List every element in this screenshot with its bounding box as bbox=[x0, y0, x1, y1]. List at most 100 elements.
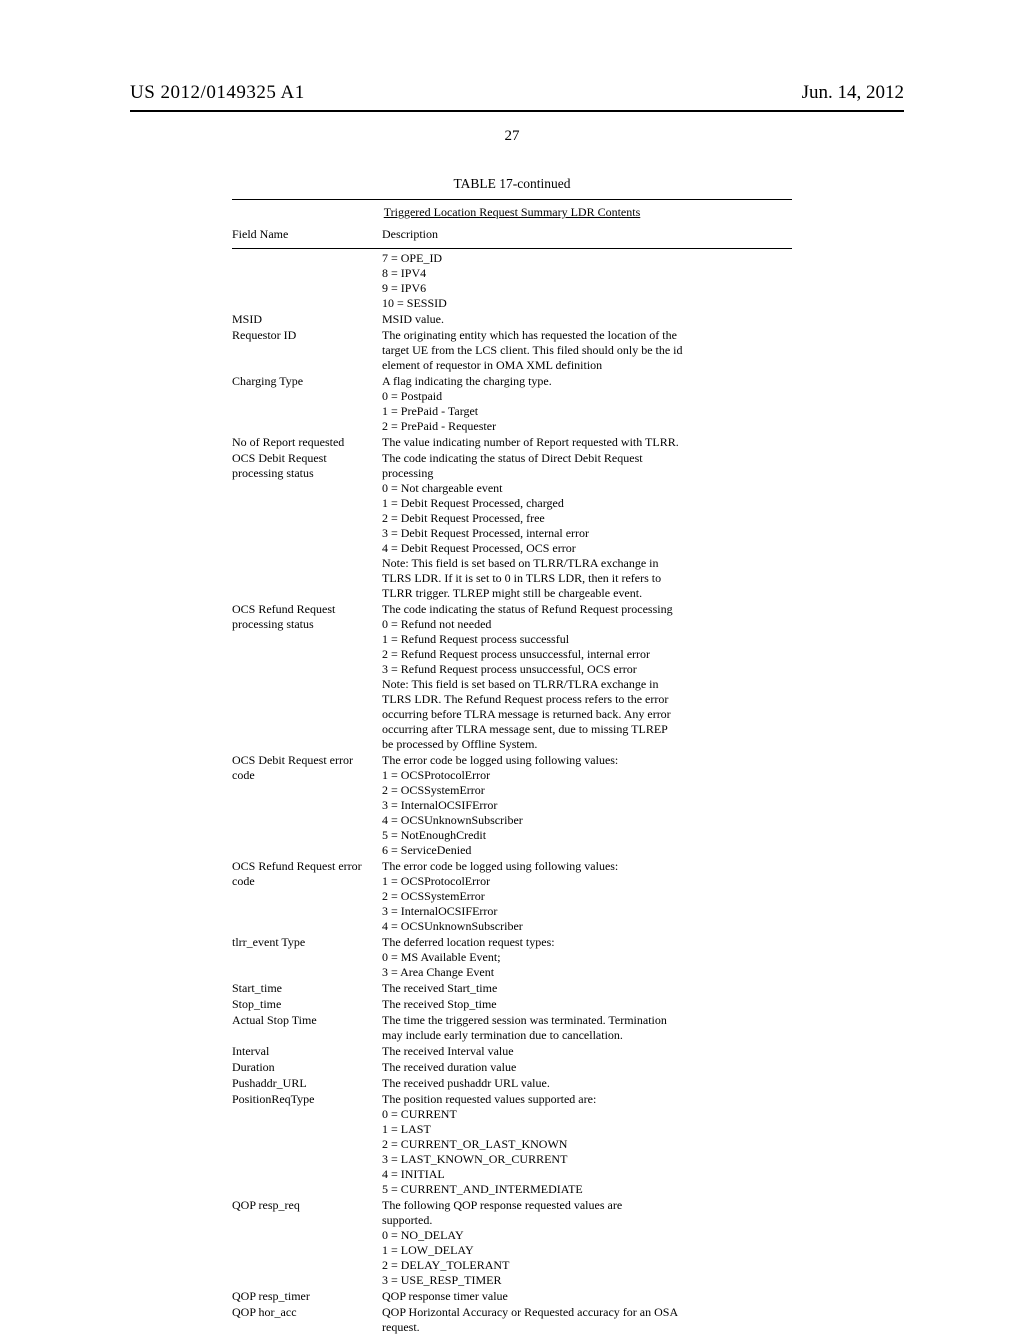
description-line: 3 = Refund Request process unsuccessful,… bbox=[382, 662, 792, 677]
description-line: TLRS LDR. The Refund Request process ref… bbox=[382, 692, 792, 707]
description-cell: The error code be logged using following… bbox=[382, 753, 792, 858]
description-line: occurring after TLRA message sent, due t… bbox=[382, 722, 792, 737]
description-line: Note: This field is set based on TLRR/TL… bbox=[382, 556, 792, 571]
description-line: TLRS LDR. If it is set to 0 in TLRS LDR,… bbox=[382, 571, 792, 586]
publication-number: US 2012/0149325 A1 bbox=[130, 82, 305, 104]
description-line: 2 = CURRENT_OR_LAST_KNOWN bbox=[382, 1137, 792, 1152]
description-cell: The deferred location request types:0 = … bbox=[382, 935, 792, 980]
description-cell: 7 = OPE_ID8 = IPV49 = IPV610 = SESSID bbox=[382, 251, 792, 311]
description-cell: The value indicating number of Report re… bbox=[382, 435, 792, 450]
description-line: 5 = CURRENT_AND_INTERMEDIATE bbox=[382, 1182, 792, 1197]
description-line: The error code be logged using following… bbox=[382, 859, 792, 874]
header-rule bbox=[130, 110, 904, 112]
description-line: 1 = PrePaid - Target bbox=[382, 404, 792, 419]
table-rule-top bbox=[232, 199, 792, 200]
field-name-cell: OCS Refund Request error code bbox=[232, 859, 382, 889]
description-line: 5 = NotEnoughCredit bbox=[382, 828, 792, 843]
table-row: tlrr_event TypeThe deferred location req… bbox=[232, 935, 792, 981]
description-cell: The received Interval value bbox=[382, 1044, 792, 1059]
description-line: The originating entity which has request… bbox=[382, 328, 792, 343]
description-line: 1 = LOW_DELAY bbox=[382, 1243, 792, 1258]
description-line: 1 = Debit Request Processed, charged bbox=[382, 496, 792, 511]
table-row: QOP hor_accQOP Horizontal Accuracy or Re… bbox=[232, 1305, 792, 1336]
field-name-cell: Start_time bbox=[232, 981, 382, 996]
table-row: PositionReqTypeThe position requested va… bbox=[232, 1092, 792, 1198]
field-name-cell: Stop_time bbox=[232, 997, 382, 1012]
table-row: MSIDMSID value. bbox=[232, 312, 792, 328]
field-name-cell: Actual Stop Time bbox=[232, 1013, 382, 1028]
description-line: 1 = OCSProtocolError bbox=[382, 874, 792, 889]
description-line: The received pushaddr URL value. bbox=[382, 1076, 792, 1091]
description-cell: The code indicating the status of Direct… bbox=[382, 451, 792, 601]
table-row: Start_timeThe received Start_time bbox=[232, 981, 792, 997]
description-cell: A flag indicating the charging type.0 = … bbox=[382, 374, 792, 434]
table-row: OCS Refund Request processing statusThe … bbox=[232, 602, 792, 753]
description-line: The error code be logged using following… bbox=[382, 753, 792, 768]
description-cell: The received Stop_time bbox=[382, 997, 792, 1012]
table-row: QOP resp_reqThe following QOP response r… bbox=[232, 1198, 792, 1289]
description-cell: The code indicating the status of Refund… bbox=[382, 602, 792, 752]
table-row: OCS Refund Request error codeThe error c… bbox=[232, 859, 792, 935]
table-row: Pushaddr_URLThe received pushaddr URL va… bbox=[232, 1076, 792, 1092]
description-line: 9 = IPV6 bbox=[382, 281, 792, 296]
description-line: 2 = Debit Request Processed, free bbox=[382, 511, 792, 526]
table-row: DurationThe received duration value bbox=[232, 1060, 792, 1076]
description-line: 3 = USE_RESP_TIMER bbox=[382, 1273, 792, 1288]
description-line: 4 = OCSUnknownSubscriber bbox=[382, 919, 792, 934]
description-line: 3 = InternalOCSIFError bbox=[382, 798, 792, 813]
table-title: TABLE 17-continued bbox=[232, 176, 792, 193]
description-line: 3 = Area Change Event bbox=[382, 965, 792, 980]
table-row: No of Report requestedThe value indicati… bbox=[232, 435, 792, 451]
description-line: TLRR trigger. TLREP might still be charg… bbox=[382, 586, 792, 601]
col-header-desc: Description bbox=[382, 227, 792, 242]
description-line: 3 = Debit Request Processed, internal er… bbox=[382, 526, 792, 541]
field-name-cell: QOP hor_acc bbox=[232, 1305, 382, 1320]
table-row: IntervalThe received Interval value bbox=[232, 1044, 792, 1060]
description-cell: The received pushaddr URL value. bbox=[382, 1076, 792, 1091]
table-row: Charging TypeA flag indicating the charg… bbox=[232, 374, 792, 435]
field-name-cell: Requestor ID bbox=[232, 328, 382, 343]
description-line: occurring before TLRA message is returne… bbox=[382, 707, 792, 722]
field-name-cell: QOP resp_req bbox=[232, 1198, 382, 1213]
description-cell: The time the triggered session was termi… bbox=[382, 1013, 792, 1043]
table-subtitle: Triggered Location Request Summary LDR C… bbox=[232, 202, 792, 223]
description-line: The received Interval value bbox=[382, 1044, 792, 1059]
description-line: be processed by Offline System. bbox=[382, 737, 792, 752]
description-line: 4 = INITIAL bbox=[382, 1167, 792, 1182]
description-line: The position requested values supported … bbox=[382, 1092, 792, 1107]
description-cell: QOP response timer value bbox=[382, 1289, 792, 1304]
table-body: 7 = OPE_ID8 = IPV49 = IPV610 = SESSIDMSI… bbox=[232, 251, 792, 1336]
description-line: A flag indicating the charging type. bbox=[382, 374, 792, 389]
field-name-cell: Duration bbox=[232, 1060, 382, 1075]
col-header-field: Field Name bbox=[232, 227, 382, 242]
description-line: 0 = Not chargeable event bbox=[382, 481, 792, 496]
description-line: MSID value. bbox=[382, 312, 792, 327]
field-name-cell: OCS Debit Request processing status bbox=[232, 451, 382, 481]
field-name-cell: Pushaddr_URL bbox=[232, 1076, 382, 1091]
description-line: The value indicating number of Report re… bbox=[382, 435, 792, 450]
table-row: Actual Stop TimeThe time the triggered s… bbox=[232, 1013, 792, 1044]
description-line: The received duration value bbox=[382, 1060, 792, 1075]
description-line: 0 = Refund not needed bbox=[382, 617, 792, 632]
description-line: 2 = OCSSystemError bbox=[382, 783, 792, 798]
description-cell: The position requested values supported … bbox=[382, 1092, 792, 1197]
field-name-cell: No of Report requested bbox=[232, 435, 382, 450]
table-row: Stop_timeThe received Stop_time bbox=[232, 997, 792, 1013]
table-row: OCS Debit Request processing statusThe c… bbox=[232, 451, 792, 602]
description-line: The time the triggered session was termi… bbox=[382, 1013, 792, 1028]
table-row: QOP resp_timerQOP response timer value bbox=[232, 1289, 792, 1305]
description-line: 3 = LAST_KNOWN_OR_CURRENT bbox=[382, 1152, 792, 1167]
field-name-cell: OCS Refund Request processing status bbox=[232, 602, 382, 632]
description-line: 0 = CURRENT bbox=[382, 1107, 792, 1122]
field-name-cell: QOP resp_timer bbox=[232, 1289, 382, 1304]
description-line: 4 = OCSUnknownSubscriber bbox=[382, 813, 792, 828]
field-name-cell: PositionReqType bbox=[232, 1092, 382, 1107]
field-name-cell: MSID bbox=[232, 312, 382, 327]
table-column-headers: Field Name Description bbox=[232, 223, 792, 246]
description-line: The code indicating the status of Direct… bbox=[382, 451, 792, 466]
description-line: 0 = MS Available Event; bbox=[382, 950, 792, 965]
description-cell: MSID value. bbox=[382, 312, 792, 327]
description-cell: The error code be logged using following… bbox=[382, 859, 792, 934]
description-line: Note: This field is set based on TLRR/TL… bbox=[382, 677, 792, 692]
field-name-cell: OCS Debit Request error code bbox=[232, 753, 382, 783]
